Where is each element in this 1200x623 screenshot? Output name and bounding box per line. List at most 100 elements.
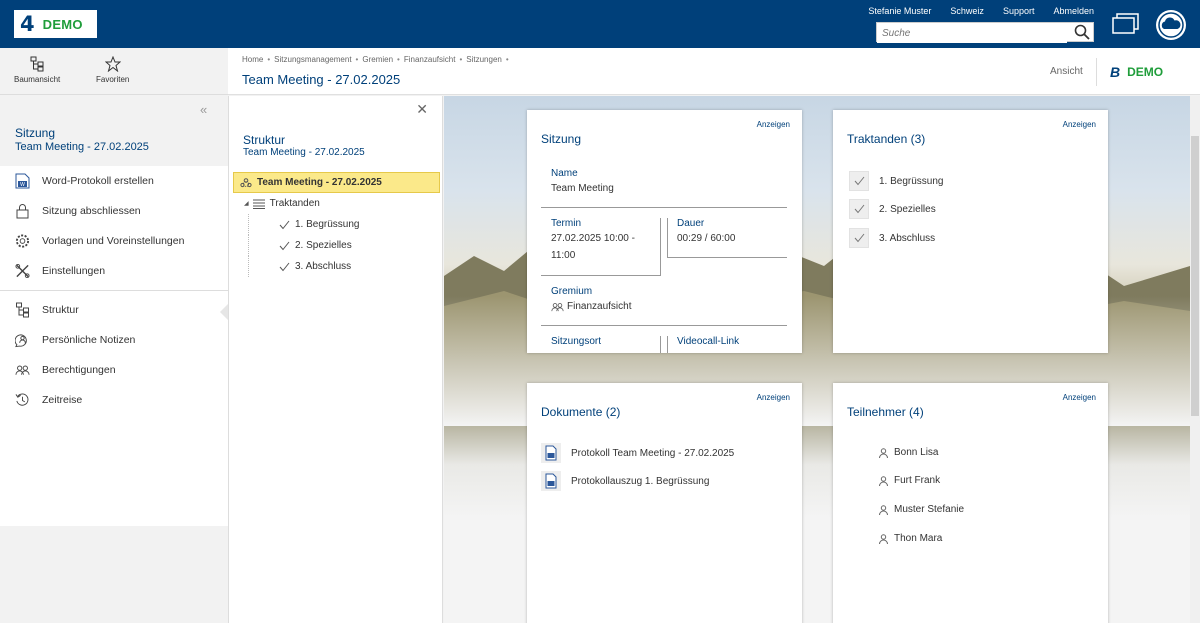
logo-mark: 4 <box>20 11 35 36</box>
check-icon <box>279 220 290 229</box>
participants-card-title: Teilnehmer (4) <box>847 405 924 419</box>
sidebar-item-permissions[interactable]: Berechtigungen <box>0 355 228 385</box>
sidebar-item-templates[interactable]: Vorlagen und Voreinstellungen <box>0 226 228 256</box>
sidebar-item-label: Persönliche Notizen <box>42 334 136 346</box>
show-participants-link[interactable]: Anzeigen <box>1063 393 1096 402</box>
structure-tree: Team Meeting - 27.02.2025 ◢ Traktanden 1… <box>233 172 440 277</box>
logout-link[interactable]: Abmelden <box>1053 6 1094 16</box>
tree-node-agenda-item[interactable]: 2. Spezielles <box>248 235 440 256</box>
collapse-toggle-icon[interactable]: ◢ <box>244 200 249 207</box>
show-meeting-link[interactable]: Anzeigen <box>757 120 790 129</box>
field-label: Termin <box>551 218 582 229</box>
svg-text:W: W <box>20 182 25 188</box>
context-title: Sitzung <box>15 126 56 140</box>
document-item[interactable]: Protokoll Team Meeting - 27.02.2025 <box>541 443 734 463</box>
sidebar-item-settings[interactable]: Einstellungen <box>0 256 228 286</box>
sidebar: « Sitzung Team Meeting - 27.02.2025 W Wo… <box>0 96 228 623</box>
tree-root-meeting[interactable]: Team Meeting - 27.02.2025 <box>233 172 440 193</box>
tree-node-agenda-item[interactable]: 1. Begrüssung <box>248 214 440 235</box>
tree-view-label: Baumansicht <box>14 75 61 84</box>
structure-icon <box>16 302 29 318</box>
favorites-button[interactable]: Favoriten <box>96 56 129 84</box>
breadcrumb-separator: • <box>505 55 509 64</box>
sidebar-item-time-travel[interactable]: Zeitreise <box>0 385 228 415</box>
breadcrumb-home[interactable]: Home <box>242 55 263 64</box>
top-links: Stefanie Muster Schweiz Support Abmelden <box>868 6 1094 16</box>
content-scrollbar[interactable] <box>1190 96 1200 623</box>
document-item[interactable]: Protokollauszug 1. Begrüssung <box>541 471 709 491</box>
participant-item[interactable]: Thon Mara <box>879 533 942 544</box>
page-title: Team Meeting - 27.02.2025 <box>242 72 401 87</box>
person-icon <box>879 475 888 486</box>
search-input[interactable] <box>877 24 1067 43</box>
cloud-icon[interactable] <box>1155 9 1187 46</box>
app-logo[interactable]: 4 DEMO <box>14 10 97 38</box>
quick-toolbar: Baumansicht Favoriten <box>0 48 228 95</box>
tree-node-label: 1. Begrüssung <box>295 219 360 230</box>
close-panel-icon[interactable]: ✕ <box>416 101 428 118</box>
participant-name: Thon Mara <box>894 533 943 544</box>
gear-icon <box>15 234 30 248</box>
support-link[interactable]: Support <box>1003 6 1035 16</box>
structure-title: Struktur <box>243 133 286 147</box>
sidebar-item-personal-notes[interactable]: Persönliche Notizen <box>0 325 228 355</box>
breadcrumb-separator: • <box>267 55 271 64</box>
breadcrumb-meeting-management[interactable]: Sitzungsmanagement <box>274 55 351 64</box>
search-icon[interactable] <box>1074 24 1090 45</box>
scrollbar-thumb[interactable] <box>1191 136 1199 416</box>
personal-notes-icon <box>15 334 27 348</box>
users-icon <box>15 365 30 375</box>
tree-node-label: Traktanden <box>269 198 320 209</box>
participant-name: Furt Frank <box>894 475 941 486</box>
check-icon <box>279 241 290 250</box>
participant-item[interactable]: Furt Frank <box>879 475 940 486</box>
windows-icon[interactable] <box>1112 12 1140 39</box>
participant-item[interactable]: Bonn Lisa <box>879 447 938 458</box>
star-icon <box>104 56 121 72</box>
person-icon <box>879 504 888 515</box>
history-icon <box>15 393 29 406</box>
meeting-icon <box>240 177 252 187</box>
tree-node-agenda-item[interactable]: 3. Abschluss <box>248 256 440 277</box>
page-header: Home • Sitzungsmanagement • Gremien • Fi… <box>228 48 1200 95</box>
sidebar-item-label: Struktur <box>42 304 79 316</box>
show-agenda-link[interactable]: Anzeigen <box>1063 120 1096 129</box>
person-icon <box>879 447 888 458</box>
documents-card-title: Dokumente (2) <box>541 405 621 419</box>
view-menu-button[interactable]: Ansicht <box>1050 66 1083 77</box>
meeting-name-field: Name Team Meeting <box>541 168 787 208</box>
breadcrumb-committees[interactable]: Gremien <box>362 55 393 64</box>
show-documents-link[interactable]: Anzeigen <box>757 393 790 402</box>
field-label: Videocall-Link <box>677 336 740 347</box>
collapse-sidebar-icon[interactable]: « <box>200 102 207 117</box>
participant-name: Muster Stefanie <box>894 504 965 515</box>
check-icon <box>849 199 869 219</box>
sidebar-divider <box>0 290 228 291</box>
sidebar-item-label: Word-Protokoll erstellen <box>42 175 154 187</box>
check-icon <box>849 171 869 191</box>
sidebar-item-label: Zeitreise <box>42 394 83 406</box>
breadcrumb-meetings[interactable]: Sitzungen <box>466 55 502 64</box>
field-value: 27.02.2025 10:00 - 11:00 <box>551 233 635 261</box>
document-name: Protokollauszug 1. Begrüssung <box>571 475 710 487</box>
breadcrumb-finance-supervision[interactable]: Finanzaufsicht <box>404 55 456 64</box>
tree-node-agenda[interactable]: ◢ Traktanden <box>233 193 440 214</box>
sidebar-item-structure[interactable]: Struktur <box>0 295 228 325</box>
region-link[interactable]: Schweiz <box>950 6 984 16</box>
check-icon <box>849 228 869 248</box>
agenda-item[interactable]: 1. Begrüssung <box>849 171 944 191</box>
tree-view-button[interactable]: Baumansicht <box>14 56 60 84</box>
meeting-card-title: Sitzung <box>541 132 582 146</box>
meeting-card: Anzeigen Sitzung Name Team Meeting Termi… <box>527 110 802 353</box>
agenda-item[interactable]: 3. Abschluss <box>849 228 935 248</box>
sidebar-item-close-meeting[interactable]: Sitzung abschliessen <box>0 196 228 226</box>
user-link[interactable]: Stefanie Muster <box>868 6 931 16</box>
breadcrumb: Home • Sitzungsmanagement • Gremien • Fi… <box>242 55 509 64</box>
participant-item[interactable]: Muster Stefanie <box>879 504 964 515</box>
header-divider <box>1096 58 1097 86</box>
field-value: Team Meeting <box>551 183 614 194</box>
sidebar-item-word-protocol[interactable]: W Word-Protokoll erstellen <box>0 166 228 196</box>
check-icon <box>279 262 290 271</box>
agenda-item[interactable]: 2. Spezielles <box>849 199 936 219</box>
person-icon <box>879 533 888 544</box>
